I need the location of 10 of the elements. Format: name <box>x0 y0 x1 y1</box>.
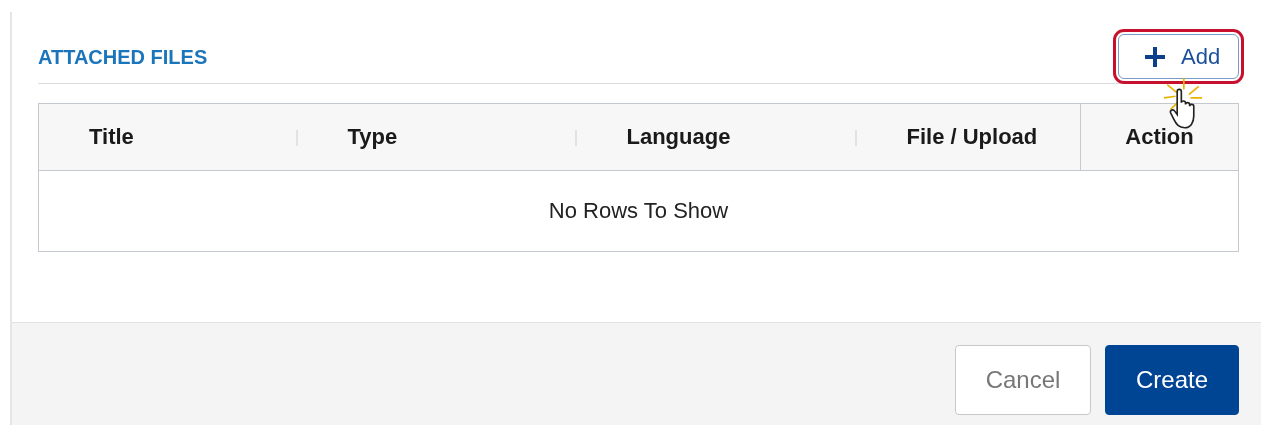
plus-icon <box>1145 46 1165 67</box>
cancel-button[interactable]: Cancel <box>955 345 1091 415</box>
empty-message: No Rows To Show <box>548 198 729 224</box>
column-header: Language <box>626 124 731 149</box>
create-button[interactable]: Create <box>1105 345 1239 415</box>
column-header: File / Upload <box>906 124 1038 149</box>
column-header: Type <box>347 124 398 149</box>
section-title: ATTACHED FILES <box>38 46 208 69</box>
column-header: Title <box>89 124 134 149</box>
column-header: Action <box>1125 124 1194 149</box>
